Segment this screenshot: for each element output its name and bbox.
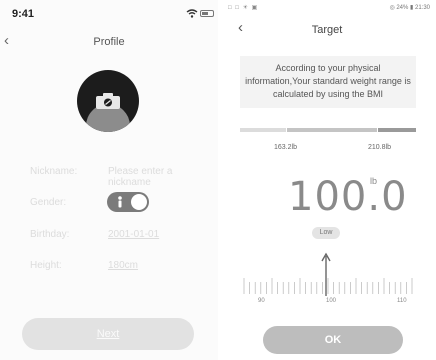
ok-button[interactable]: OK bbox=[263, 326, 403, 354]
weight-unit: lb bbox=[370, 176, 378, 186]
ruler-label-max: 110 bbox=[397, 298, 407, 304]
gender-label: Gender: bbox=[30, 197, 67, 208]
battery-icon bbox=[200, 10, 214, 17]
bmi-info-box: According to your physical information,Y… bbox=[240, 56, 416, 108]
nickname-input[interactable]: Please enter a nickname bbox=[108, 166, 218, 188]
status-bar: □ □ ☀ ▣ ◎ 24% ▮ 21:30 bbox=[218, 0, 436, 18]
height-label: Height: bbox=[30, 260, 62, 271]
next-button[interactable]: Next bbox=[22, 318, 194, 350]
weight-ruler-slider[interactable] bbox=[240, 252, 416, 304]
status-bar: 9:41 bbox=[0, 0, 218, 26]
status-badge: Low bbox=[312, 227, 340, 239]
wifi-icon bbox=[186, 9, 198, 18]
range-min-label: 163.2lb bbox=[274, 144, 297, 151]
toggle-knob bbox=[131, 194, 147, 210]
height-field[interactable]: 180cm bbox=[108, 260, 138, 271]
birthday-field[interactable]: 2001-01-01 bbox=[108, 229, 159, 240]
range-segment-high bbox=[378, 128, 416, 132]
profile-screen: 9:41 ‹ Profile Nickname: Please enter a … bbox=[0, 0, 218, 360]
target-weight-value: 100.0 bbox=[288, 174, 408, 220]
camera-icon bbox=[96, 93, 120, 109]
gender-toggle[interactable] bbox=[107, 192, 149, 212]
status-info: ◎ 24% ▮ 21:30 bbox=[389, 5, 430, 11]
nickname-label: Nickname: bbox=[30, 166, 78, 177]
range-segment-normal bbox=[287, 128, 377, 132]
target-screen: □ □ ☀ ▣ ◎ 24% ▮ 21:30 ‹ Target According… bbox=[218, 0, 436, 360]
ruler-label-min: 90 bbox=[258, 298, 265, 304]
page-title: Profile bbox=[93, 36, 125, 48]
range-segment-low bbox=[240, 128, 286, 132]
range-max-label: 210.8lb bbox=[368, 144, 391, 151]
avatar-upload[interactable] bbox=[77, 70, 139, 132]
notification-icons: □ □ ☀ ▣ bbox=[228, 5, 259, 11]
male-icon bbox=[118, 196, 122, 208]
status-time: 9:41 bbox=[12, 8, 35, 20]
ruler-label-mid: 100 bbox=[326, 298, 337, 304]
birthday-label: Birthday: bbox=[30, 229, 70, 240]
weight-range-bar bbox=[240, 128, 416, 132]
page-title: Target bbox=[311, 24, 343, 36]
